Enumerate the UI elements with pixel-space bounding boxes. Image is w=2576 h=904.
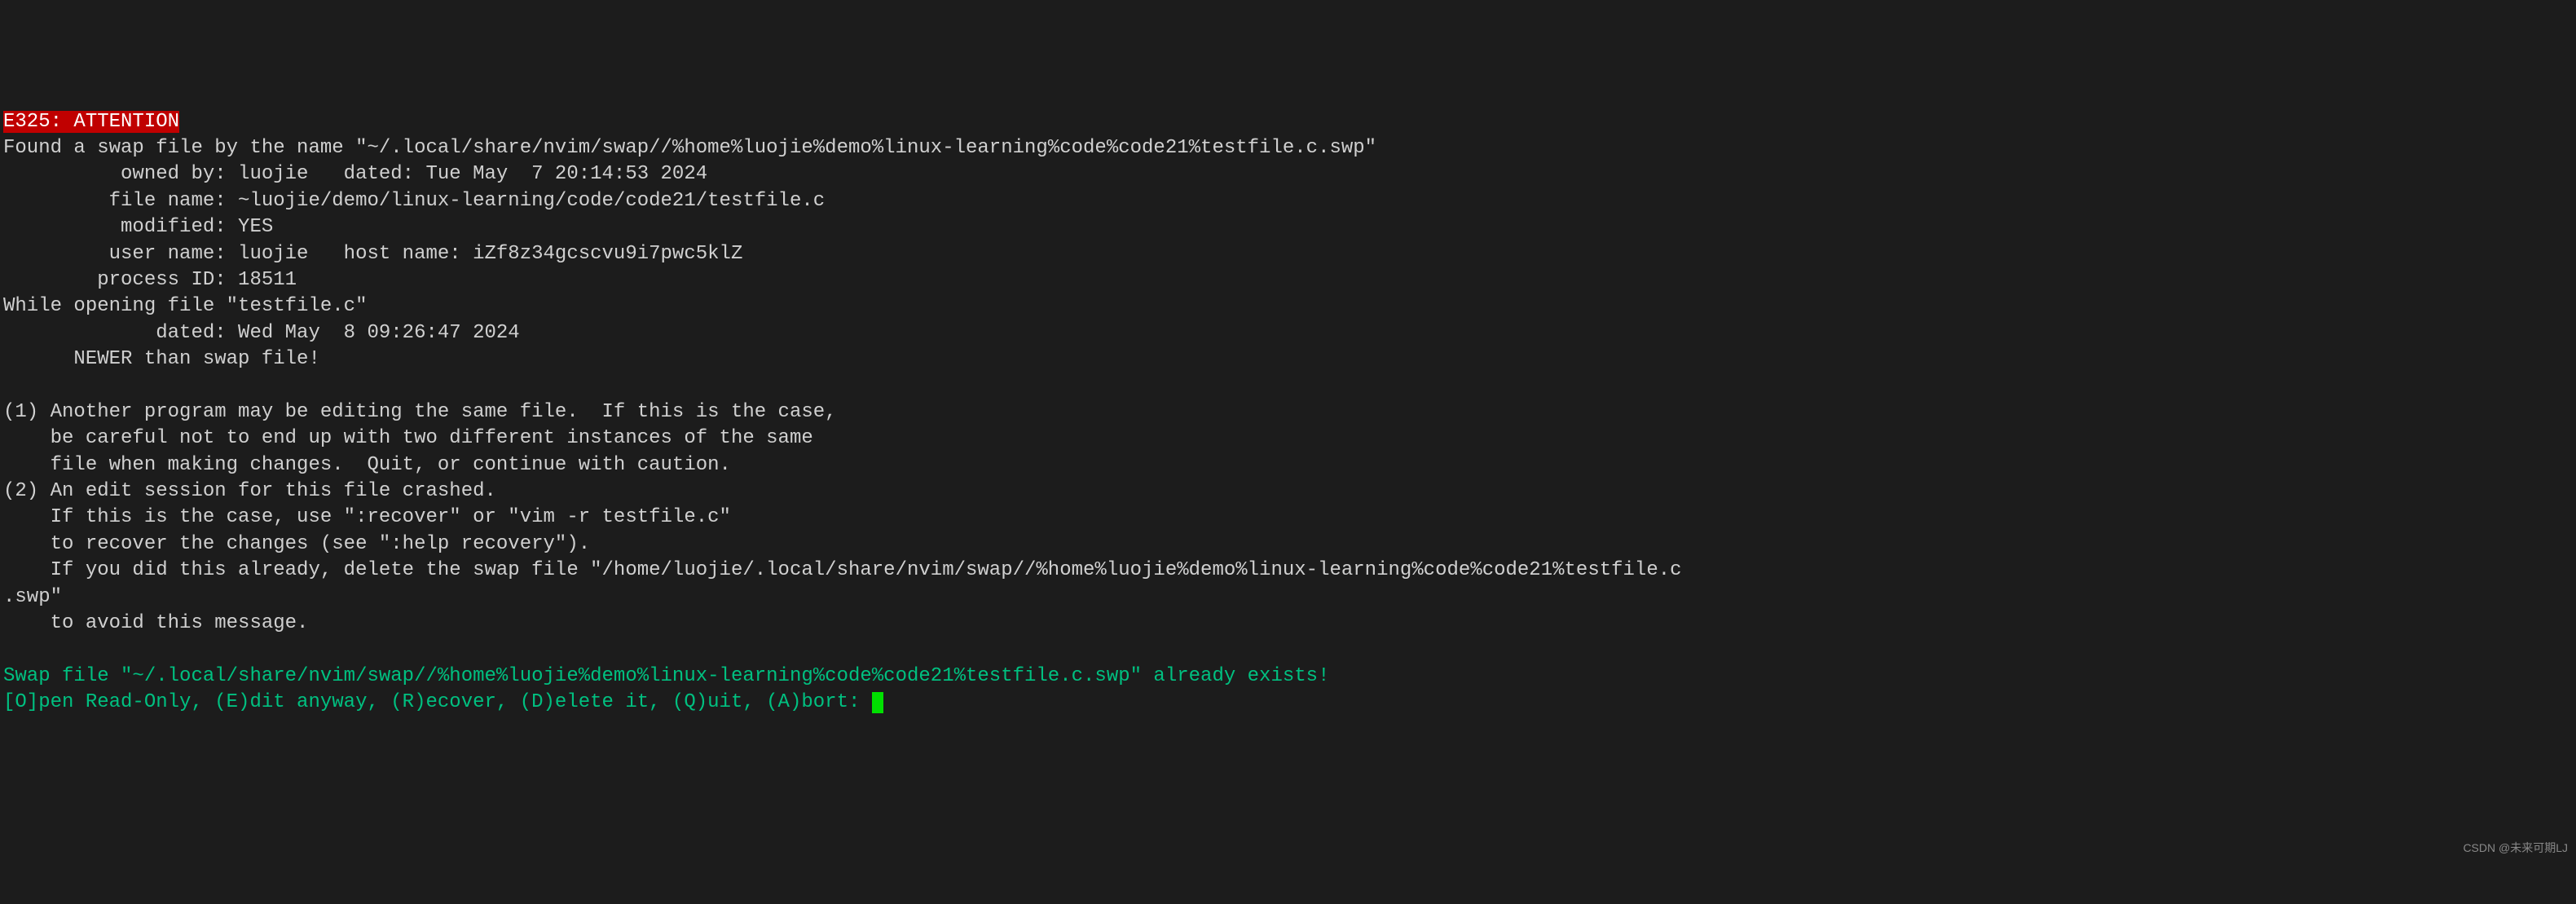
prompt-options[interactable]: [O]pen Read-Only, (E)dit anyway, (R)ecov… bbox=[3, 691, 872, 713]
advice-2a: (2) An edit session for this file crashe… bbox=[3, 480, 496, 502]
advice-1a: (1) Another program may be editing the s… bbox=[3, 401, 837, 423]
error-header: E325: ATTENTION bbox=[3, 111, 179, 133]
advice-2b: If this is the case, use ":recover" or "… bbox=[3, 506, 731, 528]
swap-exists-line: Swap file "~/.local/share/nvim/swap//%ho… bbox=[3, 665, 1329, 687]
advice-1c: file when making changes. Quit, or conti… bbox=[3, 454, 731, 476]
process-id-line: process ID: 18511 bbox=[3, 269, 297, 291]
modified-line: modified: YES bbox=[3, 216, 273, 238]
newer-line: NEWER than swap file! bbox=[3, 348, 320, 370]
advice-2d: If you did this already, delete the swap… bbox=[3, 559, 1682, 581]
user-host-line: user name: luojie host name: iZf8z34gcsc… bbox=[3, 243, 742, 265]
while-opening-line: While opening file "testfile.c" bbox=[3, 295, 367, 317]
advice-2f: to avoid this message. bbox=[3, 612, 308, 634]
dated-line: dated: Wed May 8 09:26:47 2024 bbox=[3, 322, 520, 344]
watermark: CSDN @未来可期LJ bbox=[2463, 840, 2568, 856]
file-name-line: file name: ~luojie/demo/linux-learning/c… bbox=[3, 190, 825, 212]
advice-2c: to recover the changes (see ":help recov… bbox=[3, 533, 590, 555]
advice-2e: .swp" bbox=[3, 586, 62, 608]
owned-by-line: owned by: luojie dated: Tue May 7 20:14:… bbox=[3, 163, 707, 185]
advice-1b: be careful not to end up with two differ… bbox=[3, 427, 813, 449]
cursor[interactable] bbox=[872, 692, 883, 713]
swap-found-line: Found a swap file by the name "~/.local/… bbox=[3, 137, 1376, 159]
terminal-output: E325: ATTENTION Found a swap file by the… bbox=[3, 109, 2573, 717]
